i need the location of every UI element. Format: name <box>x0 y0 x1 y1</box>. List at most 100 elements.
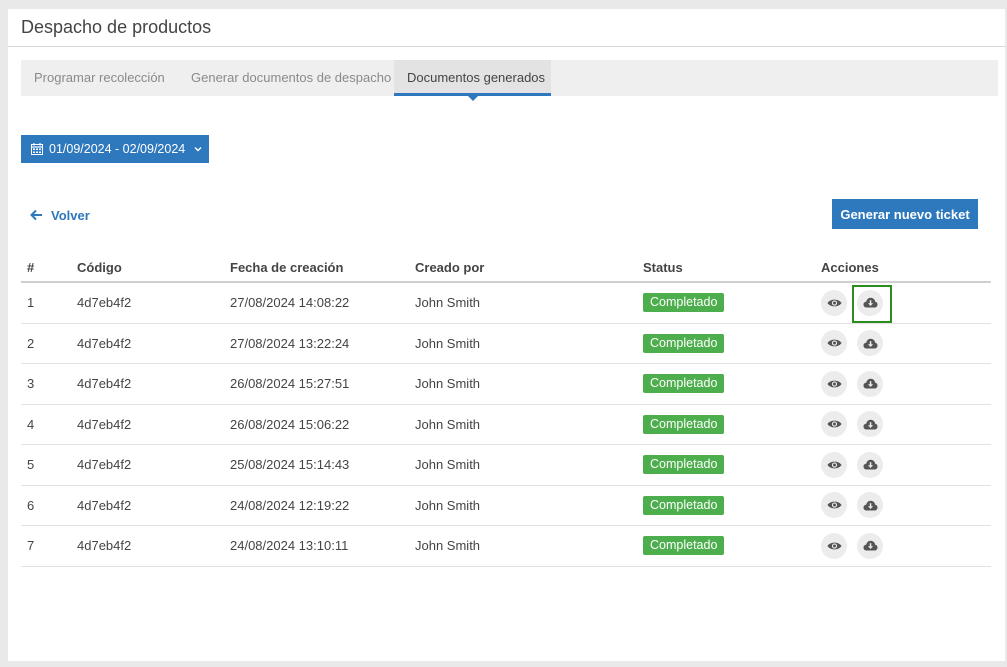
view-button[interactable] <box>821 411 847 438</box>
row-number: 5 <box>27 457 35 473</box>
row-date: 25/08/2024 15:14:43 <box>230 457 350 473</box>
tab-label: Documentos generados <box>407 70 546 85</box>
cloud-download-icon <box>863 338 877 349</box>
row-created-by: John Smith <box>415 538 481 554</box>
tab-programar-recoleccion[interactable]: Programar recolección <box>21 60 179 96</box>
download-button[interactable] <box>857 532 883 559</box>
col-header-created-by: Creado por <box>415 260 485 275</box>
row-date: 24/08/2024 12:19:22 <box>230 497 350 513</box>
row-status-cell: Completado <box>643 374 821 394</box>
row-date: 24/08/2024 13:10:11 <box>230 538 349 554</box>
table-row: 5 4d7eb4f2 25/08/2024 15:14:43 John Smit… <box>21 445 991 486</box>
back-link[interactable]: Volver <box>30 206 90 224</box>
status-badge: Completado <box>643 333 725 353</box>
row-code: 4d7eb4f2 <box>77 538 132 554</box>
row-actions <box>821 492 991 519</box>
row-actions <box>821 284 991 323</box>
tab-label: Programar recolección <box>34 70 165 85</box>
row-created-by: John Smith <box>415 295 481 311</box>
download-button[interactable] <box>852 284 892 323</box>
row-status-cell: Completado <box>643 495 821 515</box>
view-button[interactable] <box>821 370 847 397</box>
col-header-actions: Acciones <box>821 260 879 275</box>
row-number: 2 <box>27 335 35 351</box>
status-badge: Completado <box>643 536 725 556</box>
row-actions <box>821 451 991 478</box>
row-code: 4d7eb4f2 <box>77 295 132 311</box>
row-number: 3 <box>27 376 35 392</box>
arrow-left-icon <box>30 209 42 221</box>
cloud-download-icon <box>863 419 877 430</box>
new-ticket-button[interactable]: Generar nuevo ticket <box>832 199 978 229</box>
row-actions <box>821 411 991 438</box>
row-number: 6 <box>27 497 35 513</box>
eye-icon <box>827 461 841 469</box>
row-actions <box>821 532 991 559</box>
eye-icon <box>827 380 841 388</box>
col-header-status: Status <box>643 260 683 275</box>
chevron-down-icon <box>194 147 202 152</box>
row-number: 1 <box>27 295 35 311</box>
status-badge: Completado <box>643 495 725 515</box>
row-status-cell: Completado <box>643 293 821 313</box>
row-date: 27/08/2024 14:08:22 <box>230 295 350 311</box>
table-header-row: # Código Fecha de creación Creado por St… <box>21 254 991 283</box>
row-code: 4d7eb4f2 <box>77 497 132 513</box>
cloud-download-icon <box>863 459 877 470</box>
view-button[interactable] <box>821 289 847 316</box>
row-status-cell: Completado <box>643 414 821 434</box>
page-title: Despacho de productos <box>21 17 212 37</box>
table-row: 3 4d7eb4f2 26/08/2024 15:27:51 John Smit… <box>21 364 991 405</box>
tab-generar-documentos[interactable]: Generar documentos de despacho <box>179 60 394 96</box>
eye-icon <box>827 542 841 550</box>
tab-documentos-generados[interactable]: Documentos generados <box>394 60 551 101</box>
row-created-by: John Smith <box>415 376 481 392</box>
table-row: 1 4d7eb4f2 27/08/2024 14:08:22 John Smit… <box>21 283 991 324</box>
table-row: 4 4d7eb4f2 26/08/2024 15:06:22 John Smit… <box>21 405 991 445</box>
documents-table: # Código Fecha de creación Creado por St… <box>21 254 991 567</box>
active-tab-caret <box>467 96 478 101</box>
row-code: 4d7eb4f2 <box>77 376 132 392</box>
cloud-download-icon <box>863 378 877 389</box>
view-button[interactable] <box>821 492 847 519</box>
view-button[interactable] <box>821 532 847 559</box>
eye-icon <box>827 299 841 307</box>
row-created-by: John Smith <box>415 416 481 432</box>
cloud-download-icon <box>863 297 877 308</box>
calendar-icon <box>31 143 43 155</box>
col-header-code: Código <box>77 260 122 275</box>
row-actions <box>821 370 991 397</box>
row-date: 26/08/2024 15:27:51 <box>230 376 350 392</box>
status-badge: Completado <box>643 374 725 394</box>
download-button[interactable] <box>857 492 883 519</box>
row-actions <box>821 330 991 357</box>
download-button[interactable] <box>857 451 883 478</box>
col-header-date: Fecha de creación <box>230 260 344 275</box>
row-created-by: John Smith <box>415 497 481 513</box>
date-range-label: 01/09/2024 - 02/09/2024 <box>49 142 186 156</box>
download-button[interactable] <box>857 330 883 357</box>
row-number: 7 <box>27 538 35 554</box>
row-date: 27/08/2024 13:22:24 <box>230 335 350 351</box>
view-button[interactable] <box>821 451 847 478</box>
eye-icon <box>827 339 841 347</box>
cloud-download-icon <box>863 540 877 551</box>
eye-icon <box>827 501 841 509</box>
table-body: 1 4d7eb4f2 27/08/2024 14:08:22 John Smit… <box>21 283 991 567</box>
card-header: Despacho de productos <box>8 9 1005 47</box>
row-status-cell: Completado <box>643 455 821 475</box>
row-status-cell: Completado <box>643 536 821 556</box>
row-number: 4 <box>27 416 35 432</box>
row-status-cell: Completado <box>643 333 821 353</box>
date-range-button[interactable]: 01/09/2024 - 02/09/2024 <box>21 135 209 163</box>
row-code: 4d7eb4f2 <box>77 416 132 432</box>
view-button[interactable] <box>821 330 847 357</box>
download-button[interactable] <box>857 411 883 438</box>
download-button[interactable] <box>857 370 883 397</box>
row-code: 4d7eb4f2 <box>77 457 132 473</box>
status-badge: Completado <box>643 455 725 475</box>
table-row: 2 4d7eb4f2 27/08/2024 13:22:24 John Smit… <box>21 324 991 364</box>
eye-icon <box>827 420 841 428</box>
tab-bar: Programar recolección Generar documentos… <box>21 60 998 101</box>
status-badge: Completado <box>643 414 725 434</box>
